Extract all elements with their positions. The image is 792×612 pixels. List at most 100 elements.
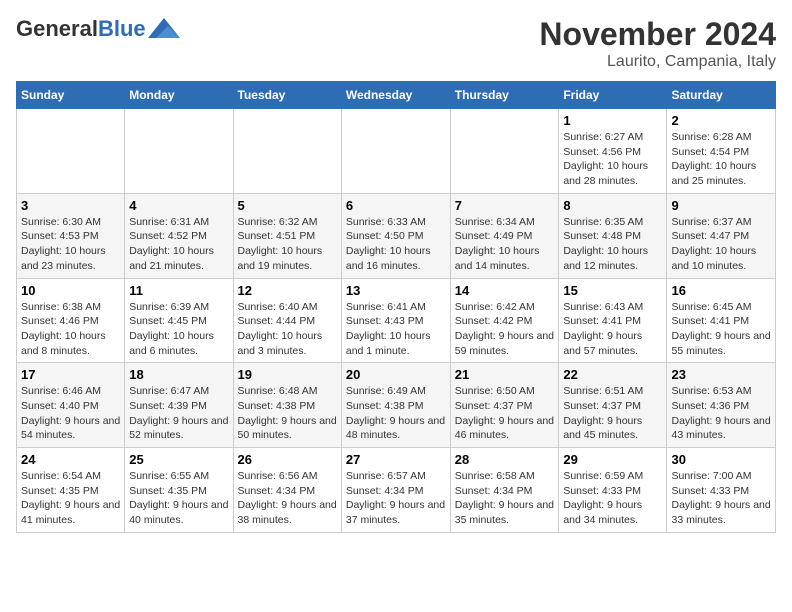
page-header: General Blue November 2024 Laurito, Camp… bbox=[16, 16, 776, 71]
page-subtitle: Laurito, Campania, Italy bbox=[539, 53, 776, 71]
day-info: Sunrise: 6:57 AM Sunset: 4:34 PM Dayligh… bbox=[346, 469, 446, 528]
calendar-cell: 24 Sunrise: 6:54 AM Sunset: 4:35 PM Dayli… bbox=[17, 448, 125, 533]
day-info: Sunrise: 6:41 AM Sunset: 4:43 PM Dayligh… bbox=[346, 300, 446, 359]
day-info: Sunrise: 6:30 AM Sunset: 4:53 PM Dayligh… bbox=[21, 215, 120, 274]
day-number: 25 bbox=[129, 452, 228, 467]
calendar-cell: 19Sunrise: 6:48 AM Sunset: 4:38 PM Dayli… bbox=[233, 363, 341, 448]
day-number: 6 bbox=[346, 198, 446, 213]
weekday-header: Saturday bbox=[667, 82, 776, 109]
day-info: Sunrise: 6:50 AM Sunset: 4:37 PM Dayligh… bbox=[455, 384, 555, 443]
day-info: Sunrise: 6:35 AM Sunset: 4:48 PM Dayligh… bbox=[563, 215, 662, 274]
day-info: Sunrise: 6:37 AM Sunset: 4:47 PM Dayligh… bbox=[671, 215, 771, 274]
logo-icon bbox=[148, 18, 180, 38]
weekday-header: Thursday bbox=[450, 82, 559, 109]
calendar-cell: 27 Sunrise: 6:57 AM Sunset: 4:34 PM Dayli… bbox=[341, 448, 450, 533]
calendar-cell bbox=[450, 109, 559, 194]
day-number: 14 bbox=[455, 283, 555, 298]
day-info: Sunrise: 6:48 AM Sunset: 4:38 PM Dayligh… bbox=[238, 384, 337, 443]
day-number: 7 bbox=[455, 198, 555, 213]
day-number: 11 bbox=[129, 283, 228, 298]
day-info: Sunrise: 6:32 AM Sunset: 4:51 PM Dayligh… bbox=[238, 215, 337, 274]
calendar-cell: 20 Sunrise: 6:49 AM Sunset: 4:38 PM Dayli… bbox=[341, 363, 450, 448]
day-info: Sunrise: 6:38 AM Sunset: 4:46 PM Dayligh… bbox=[21, 300, 120, 359]
day-number: 8 bbox=[563, 198, 662, 213]
calendar-cell: 11 Sunrise: 6:39 AM Sunset: 4:45 PM Dayli… bbox=[125, 278, 233, 363]
day-number: 26 bbox=[238, 452, 337, 467]
calendar-cell: 17 Sunrise: 6:46 AM Sunset: 4:40 PM Dayli… bbox=[17, 363, 125, 448]
day-number: 20 bbox=[346, 367, 446, 382]
day-info: Sunrise: 6:40 AM Sunset: 4:44 PM Dayligh… bbox=[238, 300, 337, 359]
day-info: Sunrise: 6:51 AM Sunset: 4:37 PM Dayligh… bbox=[563, 384, 662, 443]
day-info: Sunrise: 6:46 AM Sunset: 4:40 PM Dayligh… bbox=[21, 384, 120, 443]
calendar-cell: 30Sunrise: 7:00 AM Sunset: 4:33 PM Dayli… bbox=[667, 448, 776, 533]
calendar-cell: 14 Sunrise: 6:42 AM Sunset: 4:42 PM Dayli… bbox=[450, 278, 559, 363]
logo-text-blue: Blue bbox=[98, 16, 146, 42]
day-info: Sunrise: 6:28 AM Sunset: 4:54 PM Dayligh… bbox=[671, 130, 771, 189]
calendar-cell: 21 Sunrise: 6:50 AM Sunset: 4:37 PM Dayli… bbox=[450, 363, 559, 448]
day-info: Sunrise: 6:59 AM Sunset: 4:33 PM Dayligh… bbox=[563, 469, 662, 528]
calendar-cell: 7 Sunrise: 6:34 AM Sunset: 4:49 PM Daylig… bbox=[450, 193, 559, 278]
calendar-cell bbox=[17, 109, 125, 194]
day-info: Sunrise: 6:34 AM Sunset: 4:49 PM Dayligh… bbox=[455, 215, 555, 274]
day-number: 3 bbox=[21, 198, 120, 213]
day-info: Sunrise: 6:55 AM Sunset: 4:35 PM Dayligh… bbox=[129, 469, 228, 528]
calendar-cell bbox=[233, 109, 341, 194]
day-number: 10 bbox=[21, 283, 120, 298]
day-number: 17 bbox=[21, 367, 120, 382]
day-number: 24 bbox=[21, 452, 120, 467]
day-number: 13 bbox=[346, 283, 446, 298]
calendar-cell: 2 Sunrise: 6:28 AM Sunset: 4:54 PM Daylig… bbox=[667, 109, 776, 194]
day-number: 15 bbox=[563, 283, 662, 298]
day-info: Sunrise: 6:42 AM Sunset: 4:42 PM Dayligh… bbox=[455, 300, 555, 359]
day-number: 23 bbox=[671, 367, 771, 382]
day-number: 2 bbox=[671, 113, 771, 128]
day-number: 28 bbox=[455, 452, 555, 467]
calendar-cell: 1Sunrise: 6:27 AM Sunset: 4:56 PM Daylig… bbox=[559, 109, 667, 194]
day-info: Sunrise: 6:54 AM Sunset: 4:35 PM Dayligh… bbox=[21, 469, 120, 528]
calendar-cell: 16 Sunrise: 6:45 AM Sunset: 4:41 PM Dayli… bbox=[667, 278, 776, 363]
day-info: Sunrise: 6:39 AM Sunset: 4:45 PM Dayligh… bbox=[129, 300, 228, 359]
calendar-cell: 6 Sunrise: 6:33 AM Sunset: 4:50 PM Daylig… bbox=[341, 193, 450, 278]
calendar-cell bbox=[125, 109, 233, 194]
calendar-cell: 10 Sunrise: 6:38 AM Sunset: 4:46 PM Dayli… bbox=[17, 278, 125, 363]
day-number: 5 bbox=[238, 198, 337, 213]
calendar-week-row: 17 Sunrise: 6:46 AM Sunset: 4:40 PM Dayli… bbox=[17, 363, 776, 448]
day-info: Sunrise: 6:45 AM Sunset: 4:41 PM Dayligh… bbox=[671, 300, 771, 359]
day-number: 18 bbox=[129, 367, 228, 382]
day-number: 21 bbox=[455, 367, 555, 382]
day-number: 22 bbox=[563, 367, 662, 382]
day-info: Sunrise: 7:00 AM Sunset: 4:33 PM Dayligh… bbox=[671, 469, 771, 528]
day-info: Sunrise: 6:31 AM Sunset: 4:52 PM Dayligh… bbox=[129, 215, 228, 274]
logo: General Blue bbox=[16, 16, 180, 42]
day-info: Sunrise: 6:47 AM Sunset: 4:39 PM Dayligh… bbox=[129, 384, 228, 443]
day-info: Sunrise: 6:33 AM Sunset: 4:50 PM Dayligh… bbox=[346, 215, 446, 274]
calendar-header-row: SundayMondayTuesdayWednesdayThursdayFrid… bbox=[17, 82, 776, 109]
weekday-header: Friday bbox=[559, 82, 667, 109]
calendar-cell: 5 Sunrise: 6:32 AM Sunset: 4:51 PM Daylig… bbox=[233, 193, 341, 278]
calendar-cell: 3 Sunrise: 6:30 AM Sunset: 4:53 PM Daylig… bbox=[17, 193, 125, 278]
day-number: 29 bbox=[563, 452, 662, 467]
calendar-cell: 28 Sunrise: 6:58 AM Sunset: 4:34 PM Dayli… bbox=[450, 448, 559, 533]
calendar-week-row: 1Sunrise: 6:27 AM Sunset: 4:56 PM Daylig… bbox=[17, 109, 776, 194]
calendar-cell: 29 Sunrise: 6:59 AM Sunset: 4:33 PM Dayli… bbox=[559, 448, 667, 533]
day-number: 4 bbox=[129, 198, 228, 213]
calendar-cell: 12Sunrise: 6:40 AM Sunset: 4:44 PM Dayli… bbox=[233, 278, 341, 363]
day-number: 1 bbox=[563, 113, 662, 128]
calendar-week-row: 24 Sunrise: 6:54 AM Sunset: 4:35 PM Dayli… bbox=[17, 448, 776, 533]
weekday-header: Tuesday bbox=[233, 82, 341, 109]
calendar-cell: 22 Sunrise: 6:51 AM Sunset: 4:37 PM Dayli… bbox=[559, 363, 667, 448]
calendar-cell: 9 Sunrise: 6:37 AM Sunset: 4:47 PM Daylig… bbox=[667, 193, 776, 278]
day-info: Sunrise: 6:53 AM Sunset: 4:36 PM Dayligh… bbox=[671, 384, 771, 443]
day-info: Sunrise: 6:58 AM Sunset: 4:34 PM Dayligh… bbox=[455, 469, 555, 528]
logo-text-general: General bbox=[16, 16, 98, 42]
calendar-cell: 25 Sunrise: 6:55 AM Sunset: 4:35 PM Dayli… bbox=[125, 448, 233, 533]
day-number: 27 bbox=[346, 452, 446, 467]
day-info: Sunrise: 6:43 AM Sunset: 4:41 PM Dayligh… bbox=[563, 300, 662, 359]
calendar-cell: 18 Sunrise: 6:47 AM Sunset: 4:39 PM Dayli… bbox=[125, 363, 233, 448]
title-block: November 2024 Laurito, Campania, Italy bbox=[539, 16, 776, 71]
calendar-cell: 26Sunrise: 6:56 AM Sunset: 4:34 PM Dayli… bbox=[233, 448, 341, 533]
day-number: 16 bbox=[671, 283, 771, 298]
weekday-header: Wednesday bbox=[341, 82, 450, 109]
day-number: 9 bbox=[671, 198, 771, 213]
day-info: Sunrise: 6:49 AM Sunset: 4:38 PM Dayligh… bbox=[346, 384, 446, 443]
